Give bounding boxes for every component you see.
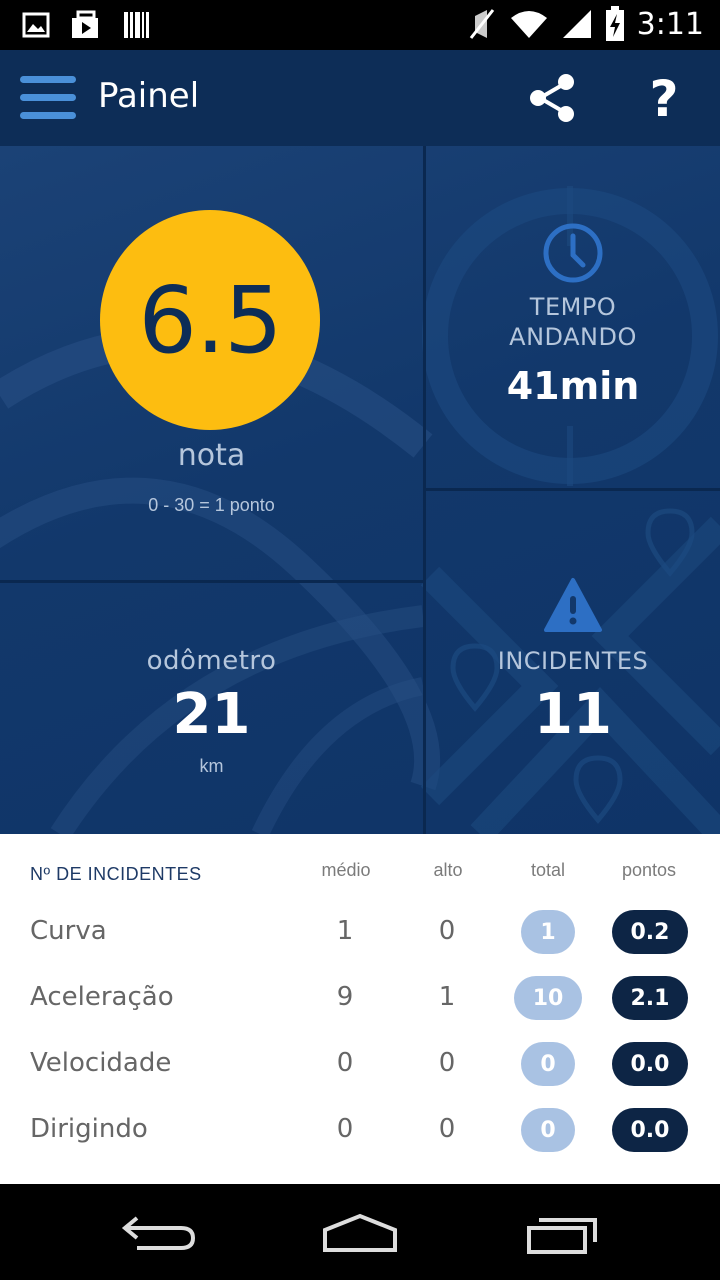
navigation-bar (0, 1184, 720, 1280)
score-value: 6.5 (138, 266, 282, 374)
row-label: Dirigindo (30, 1114, 148, 1144)
column-header-alto: alto (433, 860, 463, 880)
column-header-medio: médio (321, 860, 371, 880)
time-tile-label-line1: TEMPO (529, 293, 617, 321)
mute-icon (469, 9, 494, 39)
cell-medio: 1 (336, 916, 354, 946)
cell-alto: 0 (438, 916, 456, 946)
cell-points-badge: 0.2 (612, 910, 688, 954)
time-tile-value: 41min (506, 364, 640, 408)
recents-icon[interactable] (515, 1208, 605, 1258)
column-header-pontos: pontos (621, 860, 677, 880)
cell-medio: 0 (336, 1048, 354, 1078)
barcode-icon (124, 12, 149, 38)
cell-total-badge: 0 (521, 1108, 575, 1152)
incidents-tile-value: 11 (534, 682, 612, 747)
warning-icon (544, 578, 602, 632)
cell-points-badge: 2.1 (612, 976, 688, 1020)
score-scale-info: 0 - 30 = 1 ponto (148, 495, 275, 515)
cell-points-badge: 0.0 (612, 1108, 688, 1152)
media-icon (72, 10, 98, 38)
table-title: Nº DE INCIDENTES (30, 864, 202, 884)
time-tile-label-line2: ANDANDO (509, 323, 637, 351)
column-header-total: total (530, 860, 566, 880)
signal-icon (562, 10, 591, 38)
cell-alto: 0 (438, 1048, 456, 1078)
row-label: Aceleração (30, 982, 174, 1012)
tile-divider-right (426, 488, 720, 491)
page-title: Painel (98, 76, 200, 116)
score-label: nota (177, 438, 246, 473)
app-bar: Painel ? (0, 50, 720, 146)
cell-total-badge: 0 (521, 1042, 575, 1086)
share-icon[interactable] (526, 72, 578, 124)
home-icon[interactable] (315, 1208, 405, 1258)
status-bar: 3:11 (0, 0, 720, 50)
incidents-tile-label: INCIDENTES (497, 647, 649, 675)
odometer-tile-label: odômetro (146, 646, 277, 676)
menu-icon[interactable] (20, 76, 76, 120)
status-time: 3:11 (636, 6, 704, 42)
incidents-table: Nº DE INCIDENTES médio alto total pontos… (0, 834, 720, 1184)
back-icon[interactable] (115, 1208, 205, 1258)
row-label: Curva (30, 916, 107, 946)
wifi-icon (510, 11, 547, 38)
tile-divider-left (0, 580, 423, 583)
status-bar-notifications (22, 10, 150, 40)
odometer-tile-value: 21 (172, 682, 251, 747)
odometer-tile-unit: km (199, 756, 224, 776)
score-circle: 6.5 (100, 210, 320, 430)
cell-medio: 0 (336, 1114, 354, 1144)
cell-medio: 9 (336, 982, 354, 1012)
time-tile-label: TEMPO ANDANDO (426, 292, 720, 352)
table-row: Curva 1 0 1 0.2 (0, 902, 720, 962)
table-row: Dirigindo 0 0 0 0.0 (0, 1100, 720, 1160)
cell-alto: 1 (438, 982, 456, 1012)
cell-total-badge: 10 (514, 976, 582, 1020)
row-label: Velocidade (30, 1048, 172, 1078)
table-row: Velocidade 0 0 0 0.0 (0, 1034, 720, 1094)
battery-charging-icon (605, 6, 624, 41)
table-row: Aceleração 9 1 10 2.1 (0, 968, 720, 1028)
cell-points-badge: 0.0 (612, 1042, 688, 1086)
clock-icon (543, 223, 603, 283)
status-bar-system: 3:11 (467, 6, 704, 42)
dashboard: 6.5 nota 0 - 30 = 1 ponto TEMPO ANDANDO … (0, 146, 720, 834)
cell-alto: 0 (438, 1114, 456, 1144)
image-icon (22, 12, 50, 38)
help-icon[interactable]: ? (640, 70, 688, 128)
cell-total-badge: 1 (521, 910, 575, 954)
